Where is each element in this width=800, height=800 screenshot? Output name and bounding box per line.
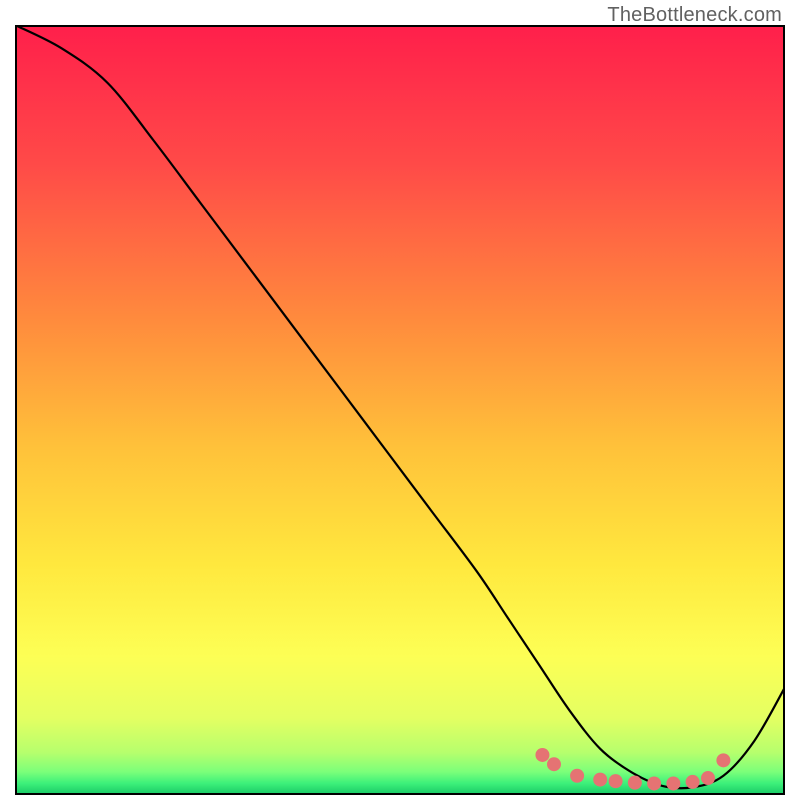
- marker-dot: [686, 775, 700, 789]
- marker-dot: [628, 776, 642, 790]
- watermark-text: TheBottleneck.com: [607, 4, 782, 27]
- marker-dot: [547, 757, 561, 771]
- gradient-background: [15, 25, 785, 795]
- marker-dot: [593, 773, 607, 787]
- chart-svg: [15, 25, 785, 795]
- marker-dot: [647, 776, 661, 790]
- marker-dot: [535, 748, 549, 762]
- plot-area: [15, 25, 785, 795]
- chart-container: TheBottleneck.com: [0, 0, 800, 800]
- marker-dot: [570, 769, 584, 783]
- marker-dot: [701, 771, 715, 785]
- marker-dot: [666, 776, 680, 790]
- marker-dot: [609, 774, 623, 788]
- marker-dot: [716, 753, 730, 767]
